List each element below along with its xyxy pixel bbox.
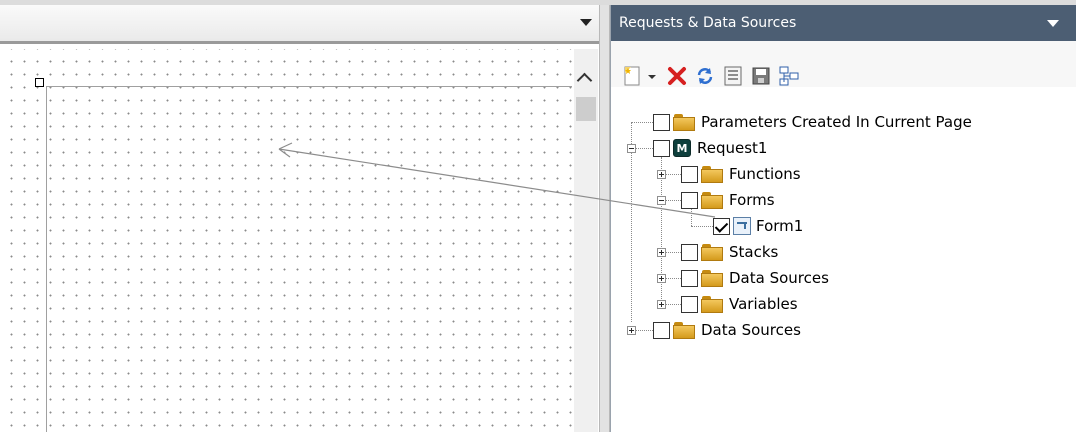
tree-node-label: Form1 xyxy=(756,217,804,235)
checkbox[interactable] xyxy=(681,295,698,313)
expand-data-sources-child-icon[interactable] xyxy=(657,274,666,283)
tree-node-request[interactable]: M Request1 xyxy=(653,137,767,159)
scrollbar-thumb[interactable] xyxy=(576,97,596,121)
tree-node-label: Forms xyxy=(729,191,775,209)
tree-line xyxy=(666,304,681,306)
tree-node-parameters[interactable]: Parameters Created In Current Page xyxy=(653,111,972,133)
tree-line xyxy=(691,226,713,228)
folder-icon xyxy=(673,113,695,131)
tree-line xyxy=(666,278,681,280)
checkbox[interactable] xyxy=(653,321,670,339)
tree-node-label: Data Sources xyxy=(729,269,829,287)
folder-icon xyxy=(673,321,695,339)
request-m-icon: M xyxy=(673,139,691,157)
tree-node-label: Request1 xyxy=(697,139,768,157)
dropdown-arrow-icon[interactable] xyxy=(646,65,658,87)
pane-splitter[interactable] xyxy=(599,5,610,432)
tree-line xyxy=(666,200,681,202)
tree-line xyxy=(666,252,681,254)
panel-title-bar: Requests & Data Sources xyxy=(611,5,1076,41)
tree-line xyxy=(691,209,693,226)
checkbox[interactable] xyxy=(681,165,698,183)
form-icon xyxy=(733,217,751,235)
tree-node-label: Data Sources xyxy=(701,321,801,339)
tree-node-data-sources-root[interactable]: Data Sources xyxy=(653,319,801,341)
requests-data-sources-panel: Requests & Data Sources Parameters Creat… xyxy=(610,5,1076,432)
tree-node-variables[interactable]: Variables xyxy=(681,293,798,315)
expand-data-sources-root-icon[interactable] xyxy=(627,326,636,335)
tree-node-form1[interactable]: Form1 xyxy=(713,215,803,237)
tree-node-label: Functions xyxy=(729,165,801,183)
folder-icon xyxy=(701,191,723,209)
expand-functions-icon[interactable] xyxy=(657,170,666,179)
folder-icon xyxy=(701,269,723,287)
panel-toolbar xyxy=(611,41,1076,87)
collapse-request-icon[interactable] xyxy=(627,144,636,153)
expand-variables-icon[interactable] xyxy=(657,300,666,309)
selection-handle[interactable] xyxy=(35,78,44,87)
design-canvas[interactable] xyxy=(0,49,572,432)
checkbox[interactable] xyxy=(681,243,698,261)
vertical-scrollbar[interactable] xyxy=(574,49,598,432)
design-pane-header xyxy=(0,5,602,44)
form-outline-top xyxy=(46,86,572,87)
tree-node-forms[interactable]: Forms xyxy=(681,189,775,211)
new-item-icon[interactable] xyxy=(622,65,644,87)
tree-node-functions[interactable]: Functions xyxy=(681,163,801,185)
refresh-icon[interactable] xyxy=(694,65,716,87)
checkbox-checked[interactable] xyxy=(713,217,730,235)
checkbox[interactable] xyxy=(681,269,698,287)
scroll-up-icon[interactable] xyxy=(576,72,593,89)
expand-stacks-icon[interactable] xyxy=(657,248,666,257)
tree-line xyxy=(666,174,681,176)
properties-icon[interactable] xyxy=(722,65,744,87)
pane-dropdown-icon[interactable] xyxy=(580,19,592,26)
panel-title: Requests & Data Sources xyxy=(619,15,797,31)
folder-icon xyxy=(701,165,723,183)
folder-icon xyxy=(701,243,723,261)
form-outline-left xyxy=(46,86,47,432)
tree-line xyxy=(636,148,653,150)
checkbox[interactable] xyxy=(653,139,670,157)
design-pane xyxy=(0,5,602,432)
folder-icon xyxy=(701,295,723,313)
tree-node-label: Variables xyxy=(729,295,798,313)
delete-icon[interactable] xyxy=(666,65,688,87)
tree-node-label: Parameters Created In Current Page xyxy=(701,113,972,131)
tree-line xyxy=(636,330,653,332)
structure-icon[interactable] xyxy=(778,65,800,87)
panel-menu-icon[interactable] xyxy=(1047,20,1059,27)
tree-node-data-sources-child[interactable]: Data Sources xyxy=(681,267,829,289)
collapse-forms-icon[interactable] xyxy=(657,196,666,205)
tree-line xyxy=(631,122,653,124)
tree-node-label: Stacks xyxy=(729,243,779,261)
checkbox[interactable] xyxy=(653,113,670,131)
tree-node-stacks[interactable]: Stacks xyxy=(681,241,778,263)
save-icon[interactable] xyxy=(750,65,772,87)
checkbox[interactable] xyxy=(681,191,698,209)
tree-view[interactable]: Parameters Created In Current Page M Req… xyxy=(611,87,1076,432)
